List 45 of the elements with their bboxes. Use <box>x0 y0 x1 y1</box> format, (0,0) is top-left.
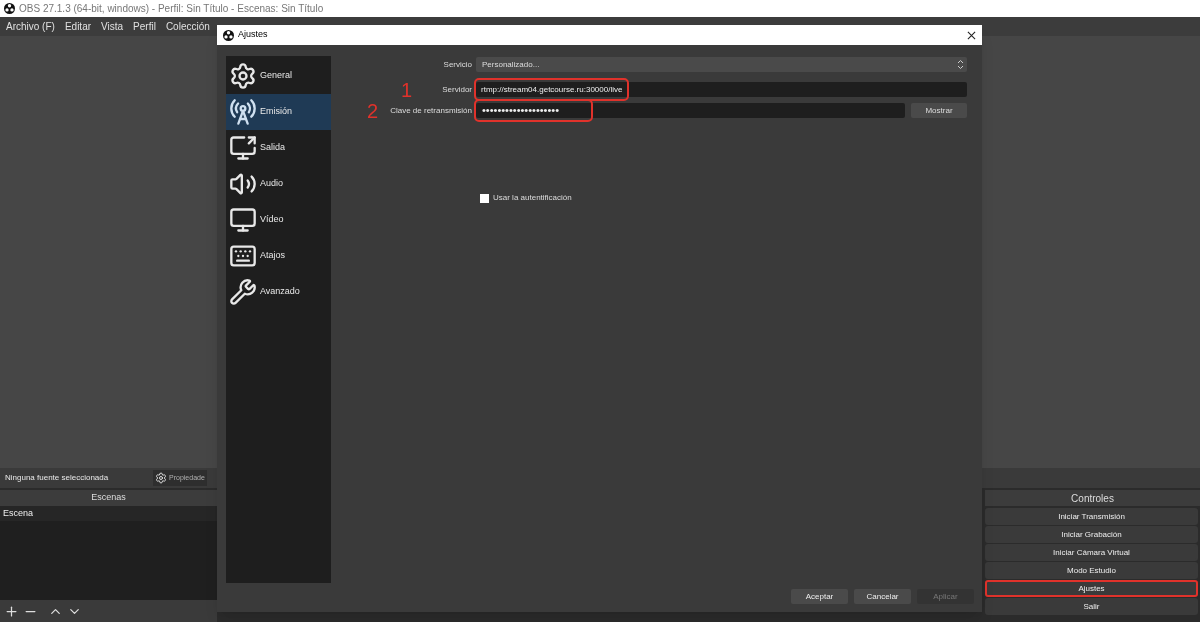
settings-category[interactable]: General <box>226 58 331 94</box>
window-title: OBS 27.1.3 (64-bit, windows) - Perfil: Sin Título - Escenas: Sin Título <box>19 2 324 16</box>
field-label: Servidor <box>442 83 472 96</box>
show-button[interactable]: Mostrar <box>911 103 967 118</box>
close-icon[interactable] <box>967 30 976 40</box>
checkbox-label: Usar la autentificación <box>493 192 572 204</box>
control-button[interactable]: Salir <box>985 598 1198 615</box>
antenna-icon <box>229 98 257 126</box>
logo-icon <box>223 29 234 41</box>
logo-icon <box>4 3 15 14</box>
field-label: Servicio <box>442 58 473 71</box>
panel-title: Controles <box>1071 491 1114 506</box>
dialog-title: Ajustes <box>238 28 268 42</box>
control-button[interactable]: Iniciar Cámara Virtual <box>985 544 1198 561</box>
annotation-number: 2 <box>367 100 379 121</box>
dialog-button[interactable]: Aceptar <box>791 589 848 604</box>
scene-item[interactable]: Escena <box>0 506 217 521</box>
service-select[interactable]: Personalizado... <box>476 57 967 72</box>
settings-category[interactable]: Audio <box>226 166 331 202</box>
menu-item[interactable]: Archivo (F) <box>6 19 55 34</box>
wrench-icon <box>229 278 257 306</box>
spinner-icon <box>957 59 964 70</box>
add-icon[interactable] <box>4 603 19 619</box>
annotation-number: 1 <box>401 79 413 100</box>
checkbox[interactable] <box>480 193 489 203</box>
field-label: Clave de retransmisión <box>390 104 472 117</box>
control-button[interactable]: Iniciar Transmisión <box>985 508 1198 525</box>
control-button[interactable]: Iniciar Grabación <box>985 526 1198 543</box>
monitor-icon <box>229 206 257 234</box>
settings-category[interactable]: Emisión <box>226 94 331 130</box>
panel-title: Escenas <box>91 491 126 505</box>
menu-item[interactable]: Perfil <box>133 19 156 34</box>
dialog-button[interactable]: Cancelar <box>854 589 911 604</box>
control-button[interactable]: Ajustes <box>985 580 1198 597</box>
menu-item[interactable]: Vista <box>101 19 124 34</box>
settings-category[interactable]: Avanzado <box>226 274 331 310</box>
settings-category[interactable]: Vídeo <box>226 202 331 238</box>
status-text: Ninguna fuente seleccionada <box>4 472 110 484</box>
gear-icon <box>155 472 167 484</box>
settings-category[interactable]: Atajos <box>226 238 331 274</box>
gear-icon <box>229 62 257 90</box>
control-button[interactable]: Modo Estudio <box>985 562 1198 579</box>
menu-item[interactable]: Editar <box>64 19 92 34</box>
settings-category[interactable]: Salida <box>226 130 331 166</box>
menu-item[interactable]: Colección <box>165 19 210 34</box>
